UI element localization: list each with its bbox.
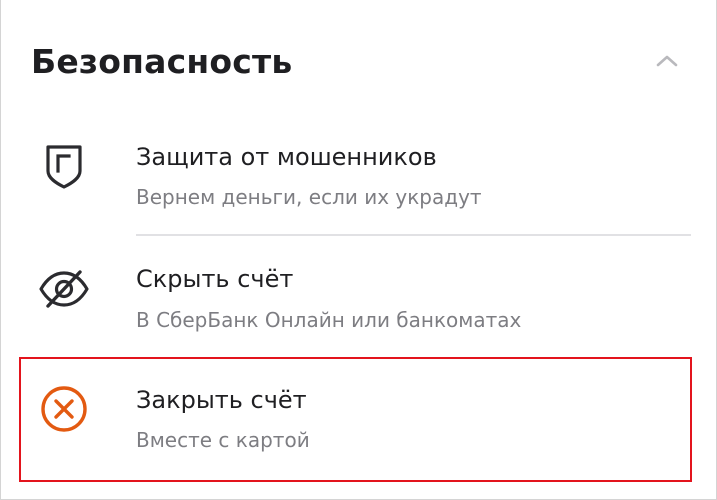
security-panel: Безопасность Защита от мошенников Вернем… — [0, 0, 717, 500]
chevron-up-icon[interactable] — [653, 52, 681, 70]
section-header[interactable]: Безопасность — [1, 0, 716, 120]
eye-off-icon — [35, 260, 93, 318]
list-item-hide-account[interactable]: Скрыть счёт В СберБанк Онлайн или банком… — [1, 240, 716, 360]
list-item-close-account[interactable]: Закрыть счёт Вместе с картой — [1, 360, 716, 480]
item-label: Скрыть счёт — [136, 265, 294, 293]
shield-icon — [35, 137, 93, 195]
item-subtitle: Вернем деньги, если их украдут — [136, 185, 482, 209]
item-subtitle: В СберБанк Онлайн или банкоматах — [136, 308, 522, 332]
item-label: Закрыть счёт — [136, 386, 307, 414]
section-title: Безопасность — [31, 42, 293, 81]
divider — [136, 234, 691, 236]
close-circle-icon — [35, 380, 93, 438]
list-item-fraud-protection[interactable]: Защита от мошенников Вернем деньги, если… — [1, 125, 716, 245]
item-label: Защита от мошенников — [136, 143, 437, 171]
item-subtitle: Вместе с картой — [136, 428, 310, 452]
